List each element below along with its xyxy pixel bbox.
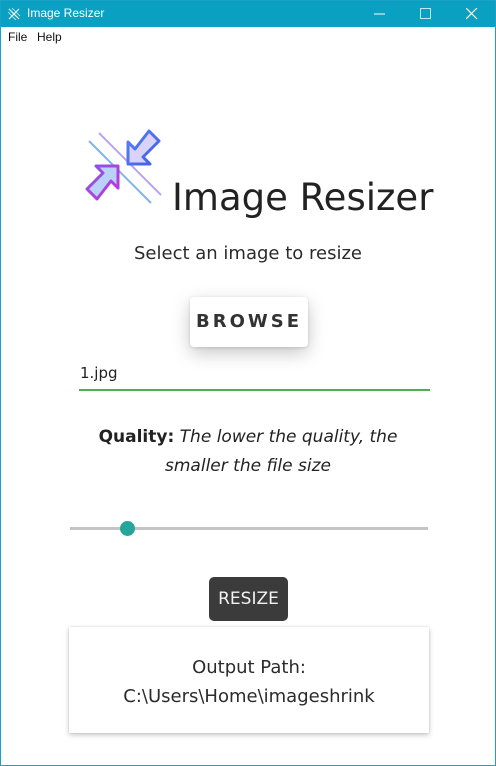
window-title: Image Resizer	[27, 6, 105, 20]
output-path-value: C:\Users\Home\imageshrink	[123, 686, 375, 707]
output-path-label: Output Path:	[192, 657, 306, 678]
quality-hint: The lower the quality, the smaller the f…	[165, 427, 398, 476]
close-icon	[466, 8, 478, 20]
quality-slider[interactable]	[70, 519, 428, 539]
menu-file[interactable]: File	[8, 30, 27, 44]
browse-button[interactable]: BROWSE	[190, 297, 308, 347]
quality-description: Quality: The lower the quality, the smal…	[81, 423, 415, 481]
file-name-input[interactable]	[79, 357, 430, 391]
app-icon	[7, 6, 21, 21]
slider-thumb[interactable]	[119, 521, 135, 536]
app-window: Image Resizer File Help Image Resizer Se…	[0, 0, 496, 766]
maximize-icon	[420, 8, 431, 19]
output-card: Output Path: C:\Users\Home\imageshrink	[69, 627, 429, 733]
minimize-button[interactable]	[357, 1, 403, 27]
title-bar[interactable]: Image Resizer	[1, 1, 495, 27]
maximize-button[interactable]	[403, 1, 449, 27]
resize-arrows-icon	[81, 125, 165, 205]
minimize-icon	[374, 13, 385, 15]
resize-button[interactable]: RESIZE	[209, 577, 288, 621]
page-title: Image Resizer	[172, 176, 434, 219]
quality-label: Quality:	[98, 427, 175, 447]
page-subtitle: Select an image to resize	[134, 243, 362, 264]
menu-help[interactable]: Help	[37, 30, 62, 44]
menu-bar: File Help	[1, 27, 495, 47]
close-button[interactable]	[449, 1, 495, 27]
